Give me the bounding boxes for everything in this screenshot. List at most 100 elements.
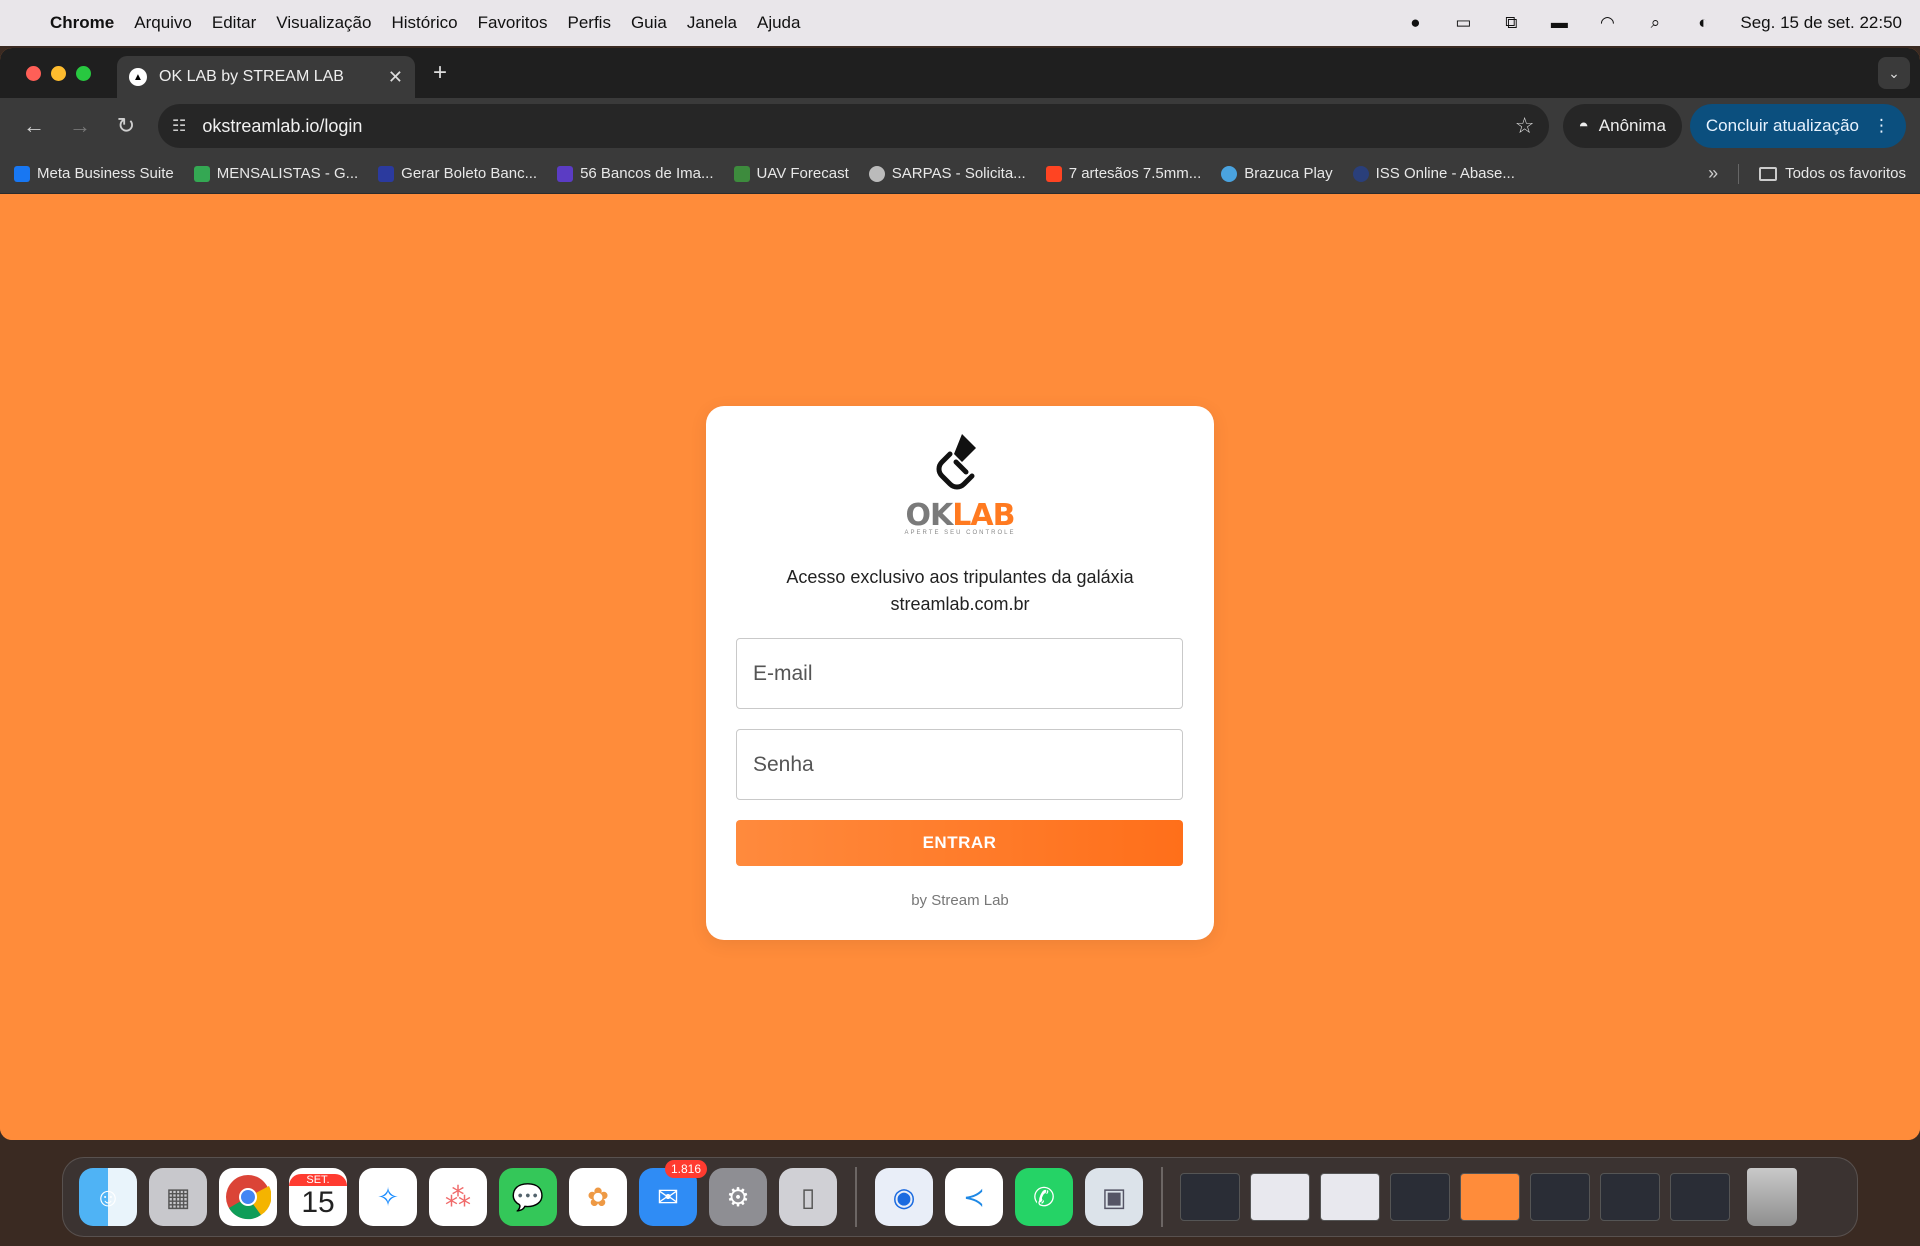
bookmark-label: ISS Online - Abase... — [1375, 165, 1515, 182]
bookmark-item[interactable]: 56 Bancos de Ima... — [557, 165, 714, 182]
page-content: OKLAB APERTE SEU CONTROLE Acesso exclusi… — [0, 194, 1920, 1140]
window-controls — [26, 65, 91, 81]
control-center-icon[interactable]: ◐ — [1692, 13, 1714, 32]
menu-arquivo[interactable]: Arquivo — [134, 13, 192, 33]
menu-ajuda[interactable]: Ajuda — [757, 13, 800, 33]
menu-favoritos[interactable]: Favoritos — [478, 13, 548, 33]
back-button[interactable]: ← — [14, 113, 54, 139]
messages-icon[interactable]: 💬 — [499, 1168, 557, 1226]
login-submit-button[interactable]: ENTRAR — [736, 820, 1183, 866]
bookmark-item[interactable]: UAV Forecast — [733, 165, 849, 182]
logo-lab: LAB — [952, 498, 1015, 533]
menu-perfis[interactable]: Perfis — [567, 13, 610, 33]
bookmark-item[interactable]: Meta Business Suite — [14, 165, 174, 182]
logo-ok: OK — [905, 498, 954, 533]
address-bar[interactable]: ☷ okstreamlab.io/login ☆ — [158, 104, 1549, 148]
bookmark-label: MENSALISTAS - G... — [216, 165, 359, 182]
site-info-icon[interactable]: ☷ — [172, 116, 186, 136]
new-tab-button[interactable]: + — [433, 59, 447, 87]
bookmark-item[interactable]: 7 artesãos 7.5mm... — [1045, 165, 1201, 182]
minimized-window-thumbnail[interactable] — [1390, 1173, 1450, 1221]
minimized-window-thumbnail[interactable] — [1670, 1173, 1730, 1221]
email-input[interactable] — [736, 638, 1183, 709]
thunderbird-icon[interactable]: ◉ — [875, 1168, 933, 1226]
screen-mirroring-icon[interactable]: ⧉ — [1500, 13, 1522, 32]
bookmark-label: SARPAS - Solicita... — [891, 165, 1026, 182]
address-url[interactable]: okstreamlab.io/login — [202, 116, 1514, 137]
spotlight-search-icon[interactable]: ⌕ — [1644, 13, 1666, 32]
bookmark-item[interactable]: MENSALISTAS - G... — [193, 165, 359, 182]
chat-bubble-icon — [1221, 165, 1238, 182]
meta-icon — [14, 165, 30, 182]
byline: by Stream Lab — [911, 892, 1009, 909]
bed-status-icon[interactable]: ▭ — [1452, 13, 1474, 32]
bookmark-item[interactable]: SARPAS - Solicita... — [868, 165, 1026, 182]
forward-button[interactable]: → — [60, 113, 100, 139]
incognito-indicator[interactable]: ◓ Anônima — [1562, 104, 1682, 148]
wifi-icon[interactable]: ◠ — [1596, 13, 1618, 32]
asana-icon[interactable]: ⁂ — [429, 1168, 487, 1226]
menubar-datetime[interactable]: Seg. 15 de set. 22:50 — [1740, 13, 1902, 33]
oklab-logo: OKLAB APERTE SEU CONTROLE — [706, 432, 1214, 536]
menu-janela[interactable]: Janela — [687, 13, 737, 33]
preview-icon[interactable]: ▣ — [1085, 1168, 1143, 1226]
reload-button[interactable]: ↻ — [106, 113, 146, 139]
tab-close-icon[interactable]: ✕ — [388, 67, 403, 88]
system-settings-icon[interactable]: ⚙ — [709, 1168, 767, 1226]
vscode-icon[interactable]: ≺ — [945, 1168, 1003, 1226]
minimized-window-thumbnail[interactable] — [1600, 1173, 1660, 1221]
incognito-label: Anônima — [1598, 116, 1666, 135]
bookmark-star-icon[interactable]: ☆ — [1515, 113, 1535, 139]
bookmark-item[interactable]: Gerar Boleto Banc... — [378, 165, 537, 182]
bookmarks-divider — [1738, 163, 1740, 184]
update-label: Concluir atualização — [1705, 116, 1859, 135]
photos-icon[interactable]: ✿ — [569, 1168, 627, 1226]
more-bookmarks-icon[interactable]: » — [1708, 163, 1718, 184]
uav-forecast-icon — [733, 165, 750, 182]
logo-wordmark: OKLAB — [905, 498, 1016, 533]
folder-icon — [1759, 166, 1778, 181]
tab-title: OK LAB by STREAM LAB — [159, 68, 344, 85]
update-button[interactable]: Concluir atualização ⋮ — [1689, 104, 1906, 148]
finder-icon[interactable]: ☺ — [79, 1168, 137, 1226]
zoom-window-button[interactable] — [76, 65, 91, 81]
minimized-window-thumbnail[interactable] — [1250, 1173, 1310, 1221]
menu-guia[interactable]: Guia — [631, 13, 667, 33]
battery-icon[interactable]: ▬ — [1548, 13, 1570, 32]
menu-app-name[interactable]: Chrome — [50, 13, 114, 33]
incognito-icon: ◓ — [1578, 116, 1589, 135]
chrome-icon[interactable] — [219, 1168, 277, 1226]
menu-historico[interactable]: Histórico — [391, 13, 457, 33]
safari-icon[interactable]: ✧ — [359, 1168, 417, 1226]
trash-icon[interactable] — [1747, 1168, 1797, 1226]
menu-visualizacao[interactable]: Visualização — [276, 13, 371, 33]
minimize-window-button[interactable] — [51, 65, 66, 81]
whatsapp-icon[interactable]: ✆ — [1015, 1168, 1073, 1226]
more-menu-icon[interactable]: ⋮ — [1873, 116, 1890, 136]
menu-editar[interactable]: Editar — [212, 13, 256, 33]
mail-badge: 1.816 — [664, 1160, 707, 1178]
login-card: OKLAB APERTE SEU CONTROLE Acesso exclusi… — [706, 406, 1214, 940]
password-input[interactable] — [736, 729, 1183, 800]
macos-menubar: Chrome Arquivo Editar Visualização Histó… — [0, 0, 1920, 46]
mail-icon[interactable]: ✉ 1.816 — [639, 1160, 707, 1226]
all-bookmarks-folder[interactable]: Todos os favoritos — [1759, 165, 1906, 182]
minimized-window-thumbnail[interactable] — [1530, 1173, 1590, 1221]
bookmarks-bar: Meta Business Suite MENSALISTAS - G... G… — [0, 154, 1920, 194]
bookmark-label: Gerar Boleto Banc... — [401, 165, 538, 182]
minimized-window-thumbnail[interactable] — [1320, 1173, 1380, 1221]
globe-icon — [868, 165, 885, 182]
iphone-mirroring-icon[interactable]: ▯ — [779, 1168, 837, 1226]
bookmark-item[interactable]: Brazuca Play — [1221, 165, 1333, 182]
browser-toolbar: ← → ↻ ☷ okstreamlab.io/login ☆ ◓ Anônima… — [0, 98, 1920, 154]
launchpad-icon[interactable]: ▦ — [149, 1168, 207, 1226]
bookmark-item[interactable]: ISS Online - Abase... — [1352, 165, 1515, 182]
minimized-window-thumbnail[interactable] — [1180, 1173, 1240, 1221]
tab-favicon-icon: ▲ — [129, 68, 147, 86]
tab-oklab[interactable]: ▲ OK LAB by STREAM LAB ✕ — [117, 56, 415, 98]
minimized-window-thumbnail[interactable] — [1460, 1173, 1520, 1221]
calendar-icon[interactable]: SET. 15 — [289, 1168, 347, 1226]
close-window-button[interactable] — [26, 65, 41, 81]
people-status-icon[interactable]: ● — [1404, 13, 1426, 32]
tab-search-button[interactable]: ⌄ — [1878, 57, 1910, 89]
